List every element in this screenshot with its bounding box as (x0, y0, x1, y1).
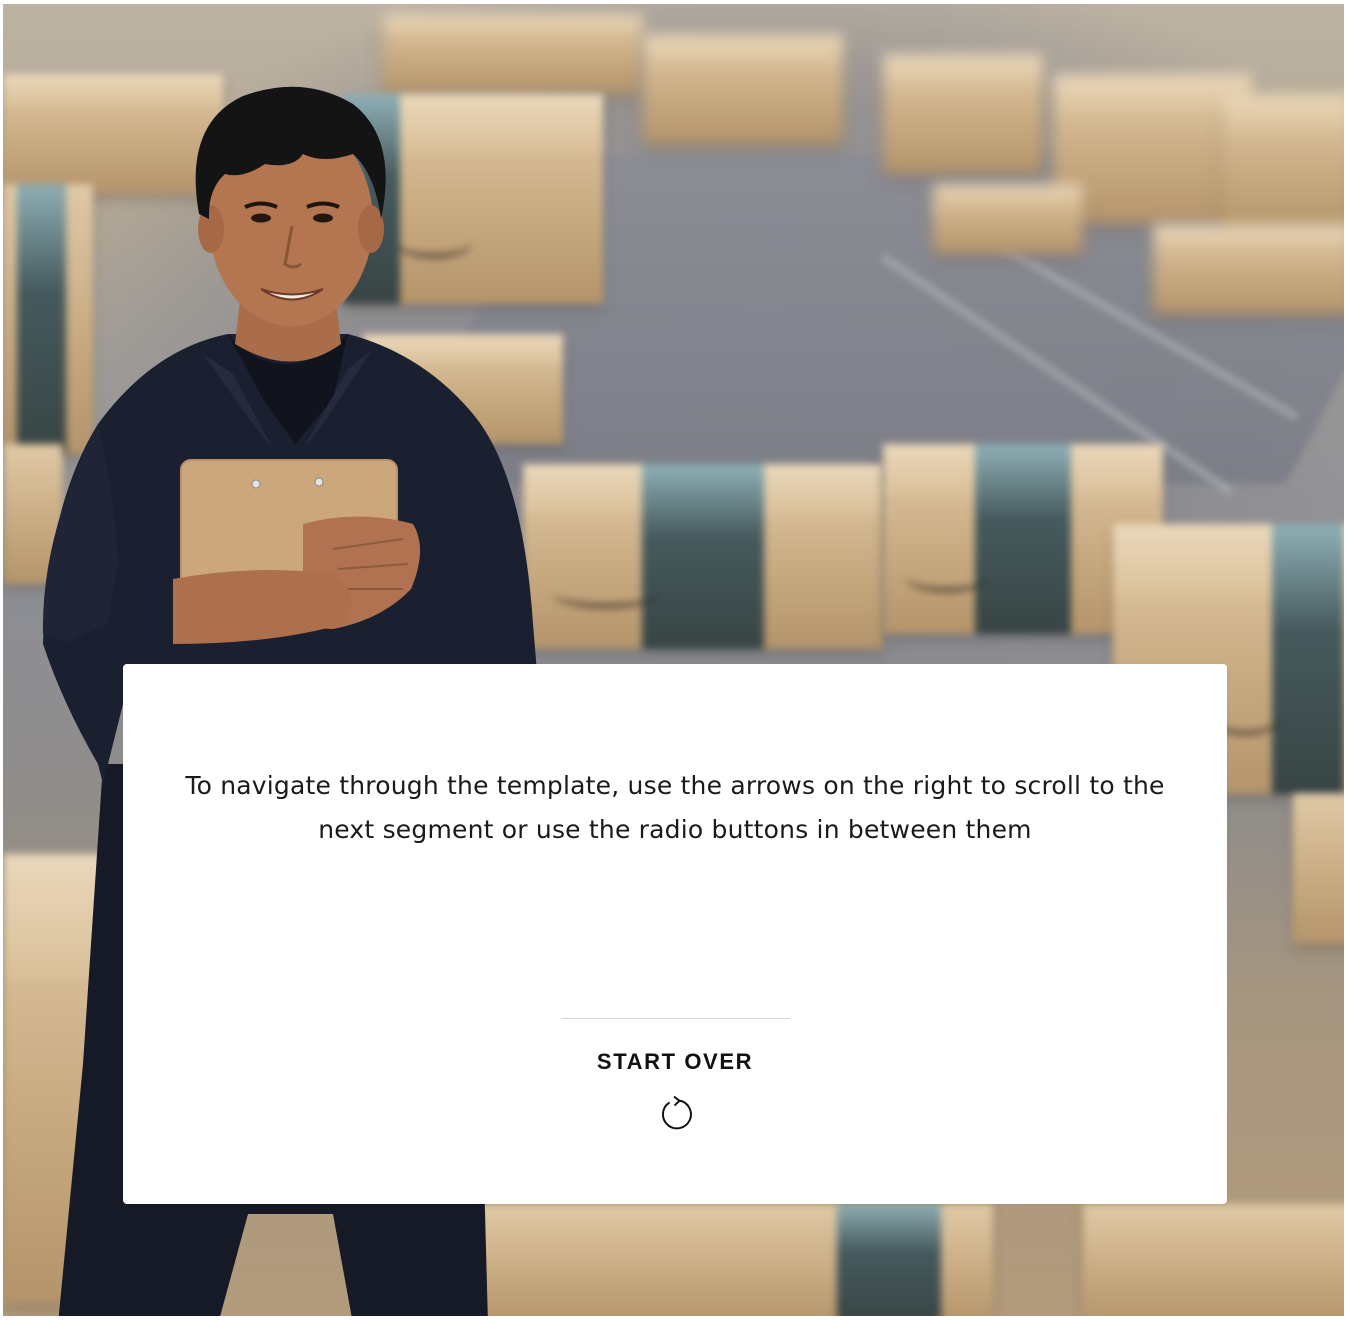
package-box (1083, 1204, 1344, 1316)
package-box (1293, 794, 1344, 944)
package-box (1223, 94, 1344, 234)
instruction-text: To navigate through the template, use th… (185, 771, 1165, 844)
hero-section: To navigate through the template, use th… (3, 4, 1344, 1316)
package-box (883, 54, 1043, 174)
start-over-label: START OVER (596, 1049, 754, 1074)
restart-icon (661, 1095, 692, 1130)
start-over-button[interactable]: START OVER (525, 1048, 825, 1158)
info-card: To navigate through the template, use th… (123, 664, 1227, 1204)
package-box (933, 184, 1083, 254)
package-box (1153, 224, 1344, 314)
package-box (643, 34, 843, 144)
divider (561, 1018, 790, 1019)
